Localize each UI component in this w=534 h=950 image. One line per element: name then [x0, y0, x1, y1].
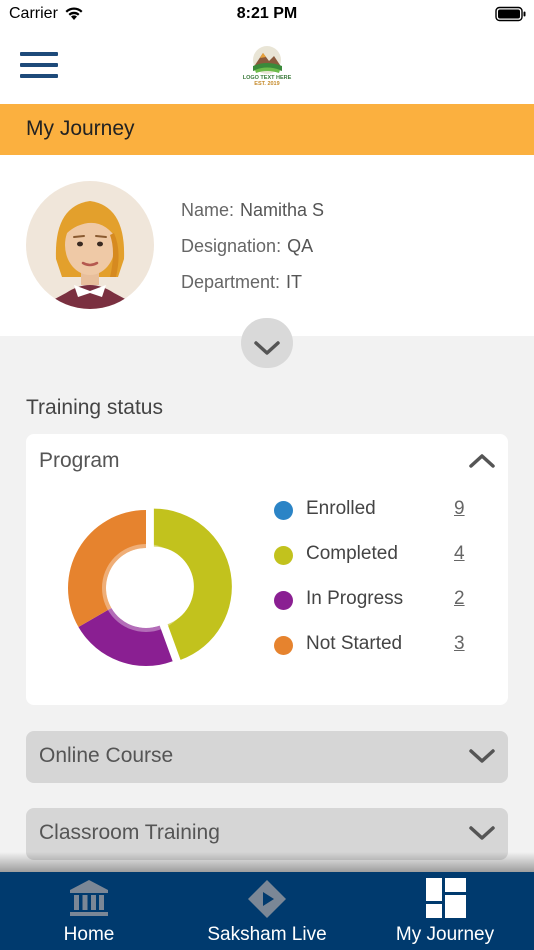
tab-bar-shadow [0, 852, 534, 872]
legend-row: Not Started 3 [272, 633, 492, 657]
program-title: Program [39, 449, 120, 472]
profile-designation-row: Designation: QA [181, 236, 313, 257]
name-value: Namitha S [240, 200, 325, 220]
legend-count-link[interactable]: 2 [454, 588, 465, 610]
program-donut-chart [68, 508, 232, 666]
legend-dot [274, 546, 293, 565]
tab-my-journey[interactable]: My Journey [356, 872, 534, 950]
designation-label: Designation: [181, 236, 282, 256]
logo-mountain-icon [253, 46, 282, 74]
dashboard-grid-icon [426, 878, 466, 918]
tab-saksham-live-label: Saksham Live [207, 924, 327, 945]
profile-name-row: Name: Namitha S [181, 200, 324, 221]
battery-icon [495, 6, 526, 22]
app-header: LOGO TEXT HERE EST. 2019 [0, 30, 534, 104]
app-logo: LOGO TEXT HERE EST. 2019 [236, 44, 298, 88]
live-diamond-icon [248, 880, 286, 918]
classroom-training-label: Classroom Training [39, 821, 220, 844]
legend-count-link[interactable]: 9 [454, 498, 465, 520]
legend-count-link[interactable]: 4 [454, 543, 465, 565]
legend-dot [274, 591, 293, 610]
tab-home[interactable]: Home [0, 872, 178, 950]
hamburger-menu-icon[interactable] [20, 52, 58, 78]
online-course-accordion[interactable]: Online Course [26, 731, 508, 783]
department-value: IT [286, 272, 303, 292]
avatar [26, 181, 154, 309]
legend-label: Enrolled [306, 498, 376, 519]
profile-expand-button[interactable] [241, 318, 293, 368]
donut-inner-ring [102, 544, 190, 632]
online-course-label: Online Course [39, 744, 174, 767]
legend-dot [274, 501, 293, 520]
legend-row: Completed 4 [272, 543, 492, 567]
legend-count-link[interactable]: 3 [454, 633, 465, 655]
training-status-title: Training status [26, 396, 163, 419]
bottom-tab-bar: Home Saksham Live My Journey [0, 872, 534, 950]
tab-home-label: Home [63, 924, 115, 945]
legend-row: In Progress 2 [272, 588, 492, 612]
logo-text: LOGO TEXT HERE EST. 2019 [242, 75, 292, 87]
home-bank-icon [70, 880, 108, 916]
status-time: 8:21 PM [236, 5, 298, 22]
profile-card: Name: Namitha S Designation: QA Department… [0, 155, 534, 336]
legend-label: In Progress [306, 588, 404, 609]
department-label: Department: [181, 272, 281, 292]
legend-dot [274, 636, 293, 655]
legend-label: Completed [306, 543, 398, 564]
tab-saksham-live[interactable]: Saksham Live [178, 872, 356, 950]
chevron-down-icon [469, 749, 495, 763]
name-label: Name: [181, 200, 235, 220]
chevron-down-icon [469, 826, 495, 840]
profile-department-row: Department: IT [181, 272, 302, 293]
designation-value: QA [287, 236, 314, 256]
donut-slice-completed[interactable] [153, 508, 232, 660]
legend-label: Not Started [306, 633, 403, 654]
tab-my-journey-label: My Journey [395, 924, 495, 945]
chevron-up-icon[interactable] [468, 453, 496, 469]
page-title: My Journey [26, 117, 135, 140]
legend-row: Enrolled 9 [272, 498, 492, 522]
chevron-down-icon [254, 341, 280, 355]
page-title-bar: My Journey [0, 104, 534, 155]
status-bar: Carrier 8:21 PM [0, 0, 534, 30]
program-card: Program Enrolled 9 Completed 4 In Progress 2 N… [26, 434, 508, 705]
